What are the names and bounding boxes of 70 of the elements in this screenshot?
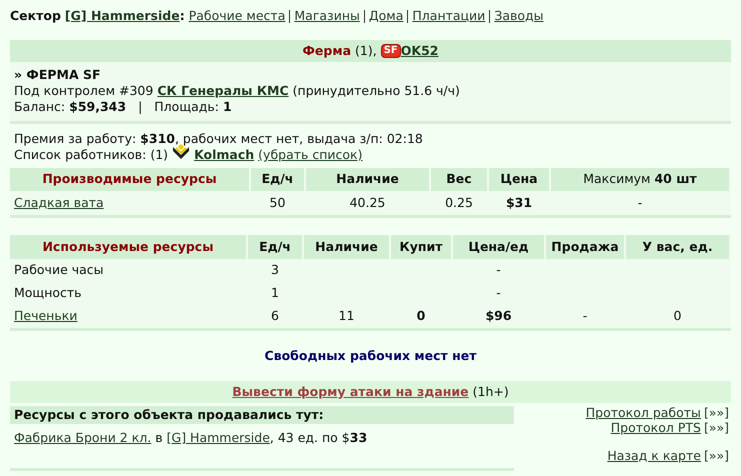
back-to-map-link[interactable]: Назад к карте [607, 448, 701, 463]
separator: | [138, 99, 142, 115]
column-header: Ед/ч [259, 238, 291, 254]
bonus-text: Премия за работу: $310, рабочих мест нет, выдача з/п: 02:18 [14, 131, 424, 147]
nav-link[interactable]: Магазины [294, 6, 360, 26]
table-cell: 6 [271, 308, 279, 324]
remove-list-link[interactable]: (убрать список) [258, 147, 362, 163]
table-cell: 0.25 [445, 194, 473, 210]
sector-link[interactable]: [G] Hammerside [64, 6, 180, 26]
protocol-link[interactable]: Протокол PTS [610, 420, 701, 435]
table-cell: - [496, 285, 501, 300]
arrow-link[interactable]: [»»] [704, 448, 729, 463]
column-header: Цена [500, 171, 538, 186]
workers-label: Список работников: (1) [14, 147, 168, 163]
nav-link[interactable]: Заводы [494, 6, 544, 26]
control-note: (принудительно 51.6 ч/ч) [292, 83, 460, 99]
table-cell: 0 [674, 308, 682, 324]
column-header: Купит [399, 238, 442, 254]
column-header: Наличие [315, 238, 378, 254]
column-header: Наличие [336, 171, 399, 186]
corp-badge: SF [380, 44, 401, 58]
arrow-link[interactable]: [»»] [704, 405, 729, 420]
column-header: Продажа [551, 238, 619, 254]
column-header: Используемые ресурсы [42, 238, 214, 254]
sold-header: Ресурсы с этого объекта продавались тут: [10, 406, 514, 424]
table-cell: 3 [271, 262, 279, 278]
resource-name: Рабочие часы [14, 262, 104, 278]
resource-link[interactable]: Сладкая вата [14, 194, 104, 210]
sector-label: Сектор [10, 6, 61, 25]
protocol-link[interactable]: Протокол работы [586, 405, 701, 420]
building-count: (1), [355, 42, 377, 60]
sector-colon: : [180, 6, 185, 25]
table-cell: - [638, 194, 642, 210]
column-header: Производимые ресурсы [42, 171, 217, 186]
column-header: Ед/ч [262, 171, 294, 186]
sector-link[interactable]: [G] Hammerside [166, 429, 270, 468]
balance-text: Баланс: $59,343 [14, 99, 126, 115]
table-cell: 40.25 [350, 194, 386, 210]
table-cell: - [582, 308, 588, 324]
resource-link[interactable]: Печеньки [14, 308, 78, 324]
column-header: Вес [446, 171, 472, 186]
attack-link[interactable]: Вывести форму атаки на здание [232, 382, 469, 402]
table-cell: $96 [485, 308, 512, 324]
resource-name: Мощность [14, 285, 82, 300]
worker-link[interactable]: Kolmach [194, 147, 254, 163]
table-cell: 50 [270, 194, 286, 210]
control-label: Под контролем #309 [14, 83, 154, 99]
building-name: » ФЕРМА SF [14, 67, 102, 83]
column-header: Цена/ед [468, 238, 529, 254]
rank-icon [172, 144, 190, 160]
table-cell: 1 [271, 285, 279, 300]
nav-link[interactable]: Дома [368, 6, 404, 26]
corporation-link[interactable]: СК Генералы КМС [157, 83, 289, 99]
building-type: Ферма [302, 42, 352, 60]
table-cell: 0 [416, 308, 426, 324]
column-header: У вас, ед. [642, 238, 713, 254]
table-cell: 11 [338, 308, 354, 324]
sale-details: , 43 ед. по $33 [270, 429, 368, 447]
arrow-link[interactable]: [»»] [704, 420, 729, 435]
table-cell: $31 [506, 194, 532, 210]
building-link[interactable]: Фабрика Брони 2 кл. [14, 429, 152, 468]
area-text: Площадь: 1 [154, 99, 232, 115]
owner-link[interactable]: OK52 [400, 42, 438, 60]
nav-link[interactable]: Плантации [412, 6, 486, 26]
no-jobs-notice: Свободных рабочих мест нет [264, 346, 476, 365]
table-cell: - [496, 262, 501, 278]
attack-note: (1h+) [472, 382, 509, 401]
nav-link[interactable]: Рабочие места [188, 6, 286, 26]
preposition: в [155, 429, 163, 447]
column-header: Максимум 40 шт [583, 171, 697, 186]
